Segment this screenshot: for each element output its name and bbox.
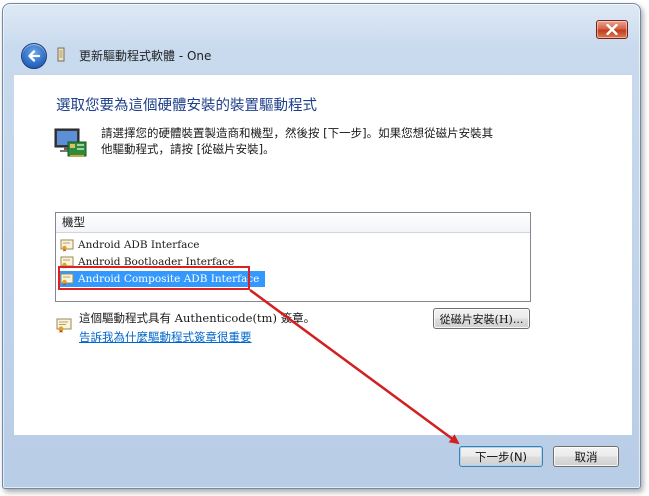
cancel-button[interactable]: 取消 (553, 446, 619, 467)
list-column-header[interactable]: 機型 (56, 213, 530, 233)
back-button[interactable] (21, 43, 47, 69)
model-listbox[interactable]: 機型 Android ADB Interface Android Bootloa… (55, 212, 531, 302)
list-item-selected[interactable]: Android Composite ADB Interface (60, 271, 266, 287)
window-title: 更新驅動程式軟體 - One (79, 49, 212, 63)
signature-authenticode: Authenticode(tm) (174, 311, 277, 325)
signature-text-suffix: 簽章。 (276, 311, 316, 325)
page-heading: 選取您要為這個硬體安裝的裝置驅動程式 (56, 98, 317, 114)
signature-text-prefix: 這個驅動程式具有 (79, 311, 175, 325)
next-button[interactable]: 下一步(N) (459, 446, 543, 467)
certificate-icon (60, 273, 74, 286)
certificate-icon (60, 256, 74, 269)
hardware-monitor-icon (54, 128, 87, 157)
back-arrow-icon (28, 50, 41, 62)
signature-text: 這個驅動程式具有 Authenticode(tm) 簽章。 (79, 310, 315, 326)
close-icon (606, 24, 618, 35)
list-item[interactable]: Android ADB Interface (60, 237, 199, 253)
certificate-icon (60, 239, 74, 252)
device-icon (57, 47, 65, 62)
list-item-label: Android ADB Interface (78, 239, 200, 251)
signature-info-link[interactable]: 告訴我為什麼驅動程式簽章很重要 (79, 329, 252, 345)
list-item[interactable]: Android Bootloader Interface (60, 254, 234, 270)
list-item-label: Android Composite ADB Interface (78, 273, 260, 285)
instruction-text: 請選擇您的硬體裝置製造商和機型，然後按 [下一步]。如果您想從磁片安裝其他驅動程… (101, 126, 494, 156)
list-item-label: Android Bootloader Interface (78, 256, 235, 268)
have-disk-button[interactable]: 從磁片安裝(H)... (433, 308, 530, 329)
close-button[interactable] (596, 20, 628, 39)
signed-driver-icon (56, 318, 72, 333)
content-panel: 選取您要為這個硬體安裝的裝置驅動程式 請選擇您的硬體裝置製造商和機型，然後按 [… (14, 74, 632, 435)
